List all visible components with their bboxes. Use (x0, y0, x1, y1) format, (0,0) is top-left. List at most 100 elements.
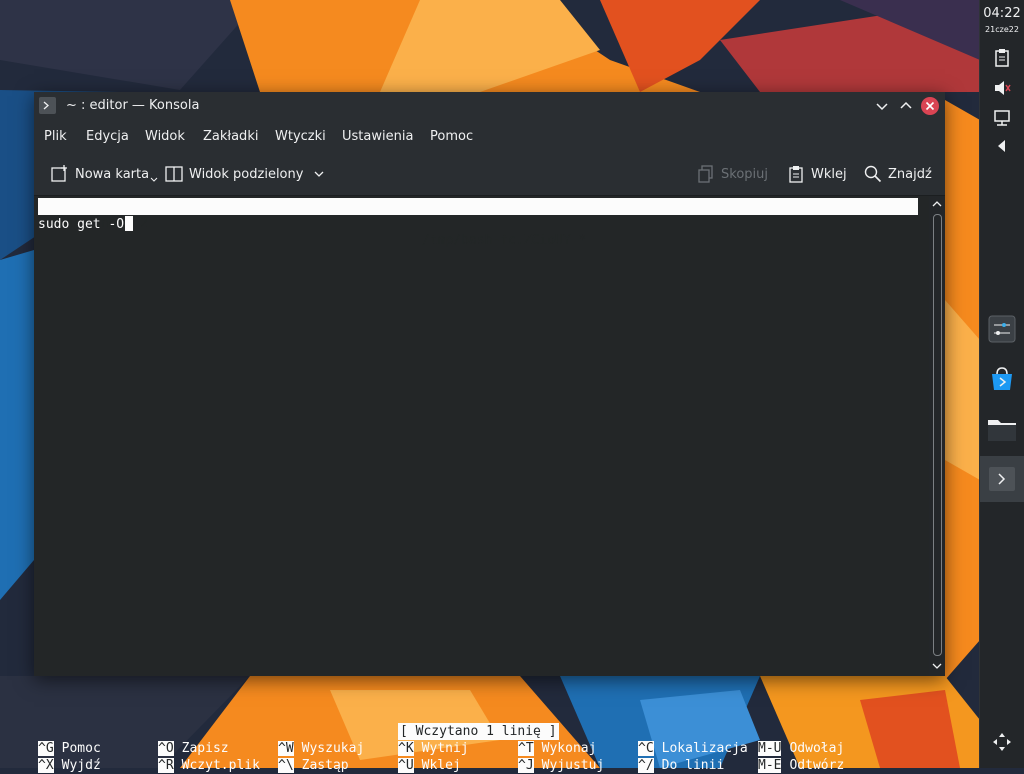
text-cursor (125, 216, 134, 231)
new-tab-button[interactable]: Nowa karta (51, 165, 164, 183)
shortcut-undo[interactable]: M-U Odwołaj (758, 740, 844, 757)
menu-edycja[interactable]: Edycja (86, 129, 129, 144)
shortcut-label: Odwołaj (789, 741, 845, 756)
search-icon (864, 165, 882, 183)
clock-date[interactable]: 21cze22 (980, 25, 1024, 34)
shortcut-key: ^T (518, 741, 534, 756)
shortcut-redo[interactable]: M-E Odtwórz (758, 757, 844, 774)
shortcut-save[interactable]: ^O Zapisz (158, 740, 229, 757)
close-button[interactable] (920, 96, 940, 116)
network-icon[interactable] (992, 108, 1012, 128)
menu-ustawienia[interactable]: Ustawienia (342, 129, 413, 144)
clock-time[interactable]: 04:22 (980, 6, 1024, 21)
system-settings-icon (988, 315, 1016, 343)
task-konsole[interactable] (980, 456, 1024, 502)
konsole-icon (39, 97, 56, 114)
shortcut-key: ^K (398, 741, 414, 756)
menu-widok[interactable]: Widok (145, 129, 185, 144)
copy-label: Skopiuj (721, 166, 768, 182)
menu-zakladki[interactable]: Zakładki (203, 129, 258, 144)
shortcut-key: ^X (38, 758, 54, 773)
konsole-window: ~ : editor — Konsola Plik Edycja Widok Z… (34, 92, 945, 773)
konsole-icon (989, 467, 1015, 491)
shortcut-cut[interactable]: ^K Wytnij (398, 740, 469, 757)
shortcut-key: ^J (518, 758, 534, 773)
split-view-button[interactable]: Widok podzielony (165, 165, 331, 183)
find-button[interactable]: Znajdź (864, 165, 932, 183)
new-tab-icon (51, 165, 67, 182)
new-tab-label: Nowa karta (75, 166, 150, 182)
toolbar: Nowa karta Widok podzielony Skopiuj Wkle… (34, 152, 945, 196)
menu-wtyczki[interactable]: Wtyczki (275, 129, 326, 144)
buffer-line[interactable]: sudo get -O (38, 216, 134, 233)
menu-pomoc[interactable]: Pomoc (430, 129, 473, 144)
shortcut-paste[interactable]: ^U Wklej (398, 757, 461, 774)
paste-label: Wklej (811, 166, 847, 182)
shortcut-key: ^\ (278, 758, 294, 773)
shortcut-label: Zastąp (301, 758, 349, 773)
title-bar[interactable]: ~ : editor — Konsola (34, 92, 945, 120)
shortcut-search[interactable]: ^W Wyszukaj (278, 740, 364, 757)
volume-muted-icon[interactable] (992, 78, 1012, 98)
task-dolphin[interactable] (980, 406, 1024, 452)
shortcut-exit[interactable]: ^X Wyjdź (38, 757, 101, 774)
panel-configure-icon[interactable] (992, 732, 1012, 752)
shortcut-read-file[interactable]: ^R Wczyt.plik (158, 757, 260, 774)
chevron-down-icon (150, 177, 158, 182)
shortcut-label: Wytnij (421, 741, 469, 756)
shortcut-justify[interactable]: ^J Wyjustuj (518, 757, 604, 774)
clipboard-icon[interactable] (992, 48, 1012, 68)
shortcut-label: Wczyt.plik (181, 758, 260, 773)
find-label: Znajdź (888, 166, 932, 182)
terminal-scrollbar[interactable] (929, 196, 945, 676)
chevron-down-icon (314, 171, 324, 177)
shortcut-label: Zapisz (181, 741, 229, 756)
copy-button[interactable]: Skopiuj (697, 165, 768, 183)
maximize-button[interactable] (896, 96, 916, 116)
close-icon (921, 97, 939, 115)
scroll-down-button[interactable] (931, 660, 943, 672)
shortcut-help[interactable]: ^G Pomoc (38, 740, 101, 757)
task-discover[interactable] (980, 356, 1024, 402)
chevron-down-icon (876, 103, 888, 111)
task-system-settings[interactable] (980, 306, 1024, 352)
split-view-label: Widok podzielony (189, 166, 304, 182)
copy-icon (698, 165, 713, 183)
scroll-thumb[interactable] (933, 214, 942, 656)
paste-icon (789, 166, 803, 183)
shortcut-execute[interactable]: ^T Wykonaj (518, 740, 596, 757)
discover-store-icon (992, 367, 1012, 390)
shortcut-key: M-U (758, 741, 782, 756)
shortcut-key: M-E (758, 758, 782, 773)
chevron-up-icon (932, 201, 942, 207)
shortcut-label: Lokalizacja (661, 741, 748, 756)
expand-tray-icon[interactable] (992, 136, 1012, 156)
nano-status-message: [ Wczytano 1 linię ] (398, 723, 559, 740)
minimize-button[interactable] (872, 96, 892, 116)
shortcut-key: ^O (158, 741, 174, 756)
buffer-text: sudo get -O (38, 217, 125, 232)
folder-icon (988, 420, 1016, 441)
menu-plik[interactable]: Plik (44, 129, 67, 144)
shortcut-key: ^R (158, 758, 174, 773)
shortcut-key: ^G (38, 741, 54, 756)
shortcut-key: ^W (278, 741, 294, 756)
shortcut-key: ^C (638, 741, 654, 756)
window-title: ~ : editor — Konsola (66, 98, 200, 113)
shortcut-replace[interactable]: ^\ Zastąp (278, 757, 349, 774)
chevron-down-icon (932, 663, 942, 669)
nano-title-bar: GNU nano 6.2 /tmp/bash-fc.ZCioUY * (38, 198, 918, 248)
terminal-view[interactable]: GNU nano 6.2 /tmp/bash-fc.ZCioUY * sudo … (34, 196, 929, 773)
shortcut-label: Wykonaj (541, 741, 597, 756)
shortcut-label: Wklej (421, 758, 461, 773)
shortcut-location[interactable]: ^C Lokalizacja (638, 740, 748, 757)
shortcut-label: Wyjustuj (541, 758, 605, 773)
shortcut-go-to-line[interactable]: ^/ Do linii (638, 757, 724, 774)
scroll-up-button[interactable] (931, 198, 943, 210)
shortcut-label: Pomoc (61, 741, 101, 756)
menu-bar: Plik Edycja Widok Zakładki Wtyczki Ustaw… (34, 120, 945, 152)
shortcut-key: ^U (398, 758, 414, 773)
plasma-panel: 04:22 21cze22 (979, 0, 1024, 768)
shortcut-label: Odtwórz (789, 758, 845, 773)
paste-button[interactable]: Wklej (787, 165, 847, 183)
